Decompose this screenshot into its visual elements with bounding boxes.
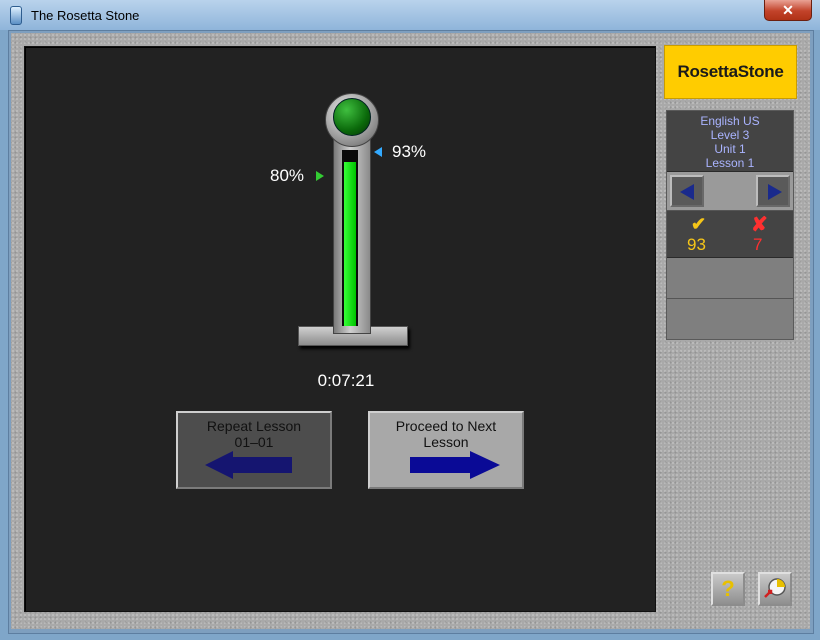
target-percentage: 80% — [270, 166, 305, 185]
score-percentage: 93% — [392, 142, 427, 161]
repeat-lesson-number: 01–01 — [234, 434, 274, 450]
lesson-label: Lesson 1 — [705, 156, 755, 170]
left-arrow-shaft — [232, 457, 292, 473]
meter-fill — [344, 162, 356, 326]
empty-slot — [667, 299, 793, 339]
score-marker-icon — [374, 147, 382, 157]
lesson-navigation — [667, 172, 793, 211]
help-button[interactable]: ? — [711, 572, 745, 606]
previous-button[interactable] — [670, 175, 704, 207]
next-button[interactable] — [756, 175, 790, 207]
proceed-label-line1: Proceed to Next — [395, 418, 497, 434]
question-mark-icon: ? — [721, 576, 735, 601]
logo-text: RosettaStone — [677, 62, 784, 81]
elapsed-time: 0:07:21 — [317, 371, 375, 390]
target-marker-icon — [316, 171, 324, 181]
close-button[interactable]: ✕ — [764, 0, 812, 21]
exit-icon — [764, 578, 786, 598]
unit-label: Unit 1 — [714, 142, 746, 156]
left-arrow-icon — [205, 451, 233, 479]
language-label: English US — [700, 114, 760, 128]
score-panel: ✔ ✘ 93 7 — [667, 211, 793, 258]
lesson-sidebar: English US Level 3 Unit 1 Lesson 1 ✔ ✘ 9… — [666, 110, 794, 340]
right-triangle-icon — [768, 184, 782, 200]
proceed-label-line2: Lesson — [423, 434, 469, 450]
checkmark-icon: ✔ — [691, 214, 707, 234]
proceed-next-lesson-button[interactable]: Proceed to Next Lesson — [368, 411, 524, 489]
lesson-info: English US Level 3 Unit 1 Lesson 1 — [667, 111, 793, 172]
green-ball-icon — [333, 98, 371, 136]
right-arrow-shaft — [410, 457, 472, 473]
window-title: The Rosetta Stone — [31, 8, 140, 23]
left-triangle-icon — [680, 184, 694, 200]
correct-count: 93 — [687, 235, 706, 254]
exit-button[interactable] — [758, 572, 792, 606]
repeat-lesson-button[interactable]: Repeat Lesson 01–01 — [176, 411, 332, 489]
incorrect-count: 7 — [753, 235, 763, 254]
level-label: Level 3 — [710, 128, 750, 142]
x-mark-icon: ✘ — [751, 214, 768, 236]
empty-slot — [667, 258, 793, 299]
rosetta-stone-logo: RosettaStone — [664, 45, 797, 99]
title-bar: The Rosetta Stone ✕ — [0, 0, 820, 30]
app-icon — [10, 6, 22, 25]
repeat-lesson-label: Repeat Lesson — [206, 418, 302, 434]
right-arrow-icon — [470, 451, 500, 479]
